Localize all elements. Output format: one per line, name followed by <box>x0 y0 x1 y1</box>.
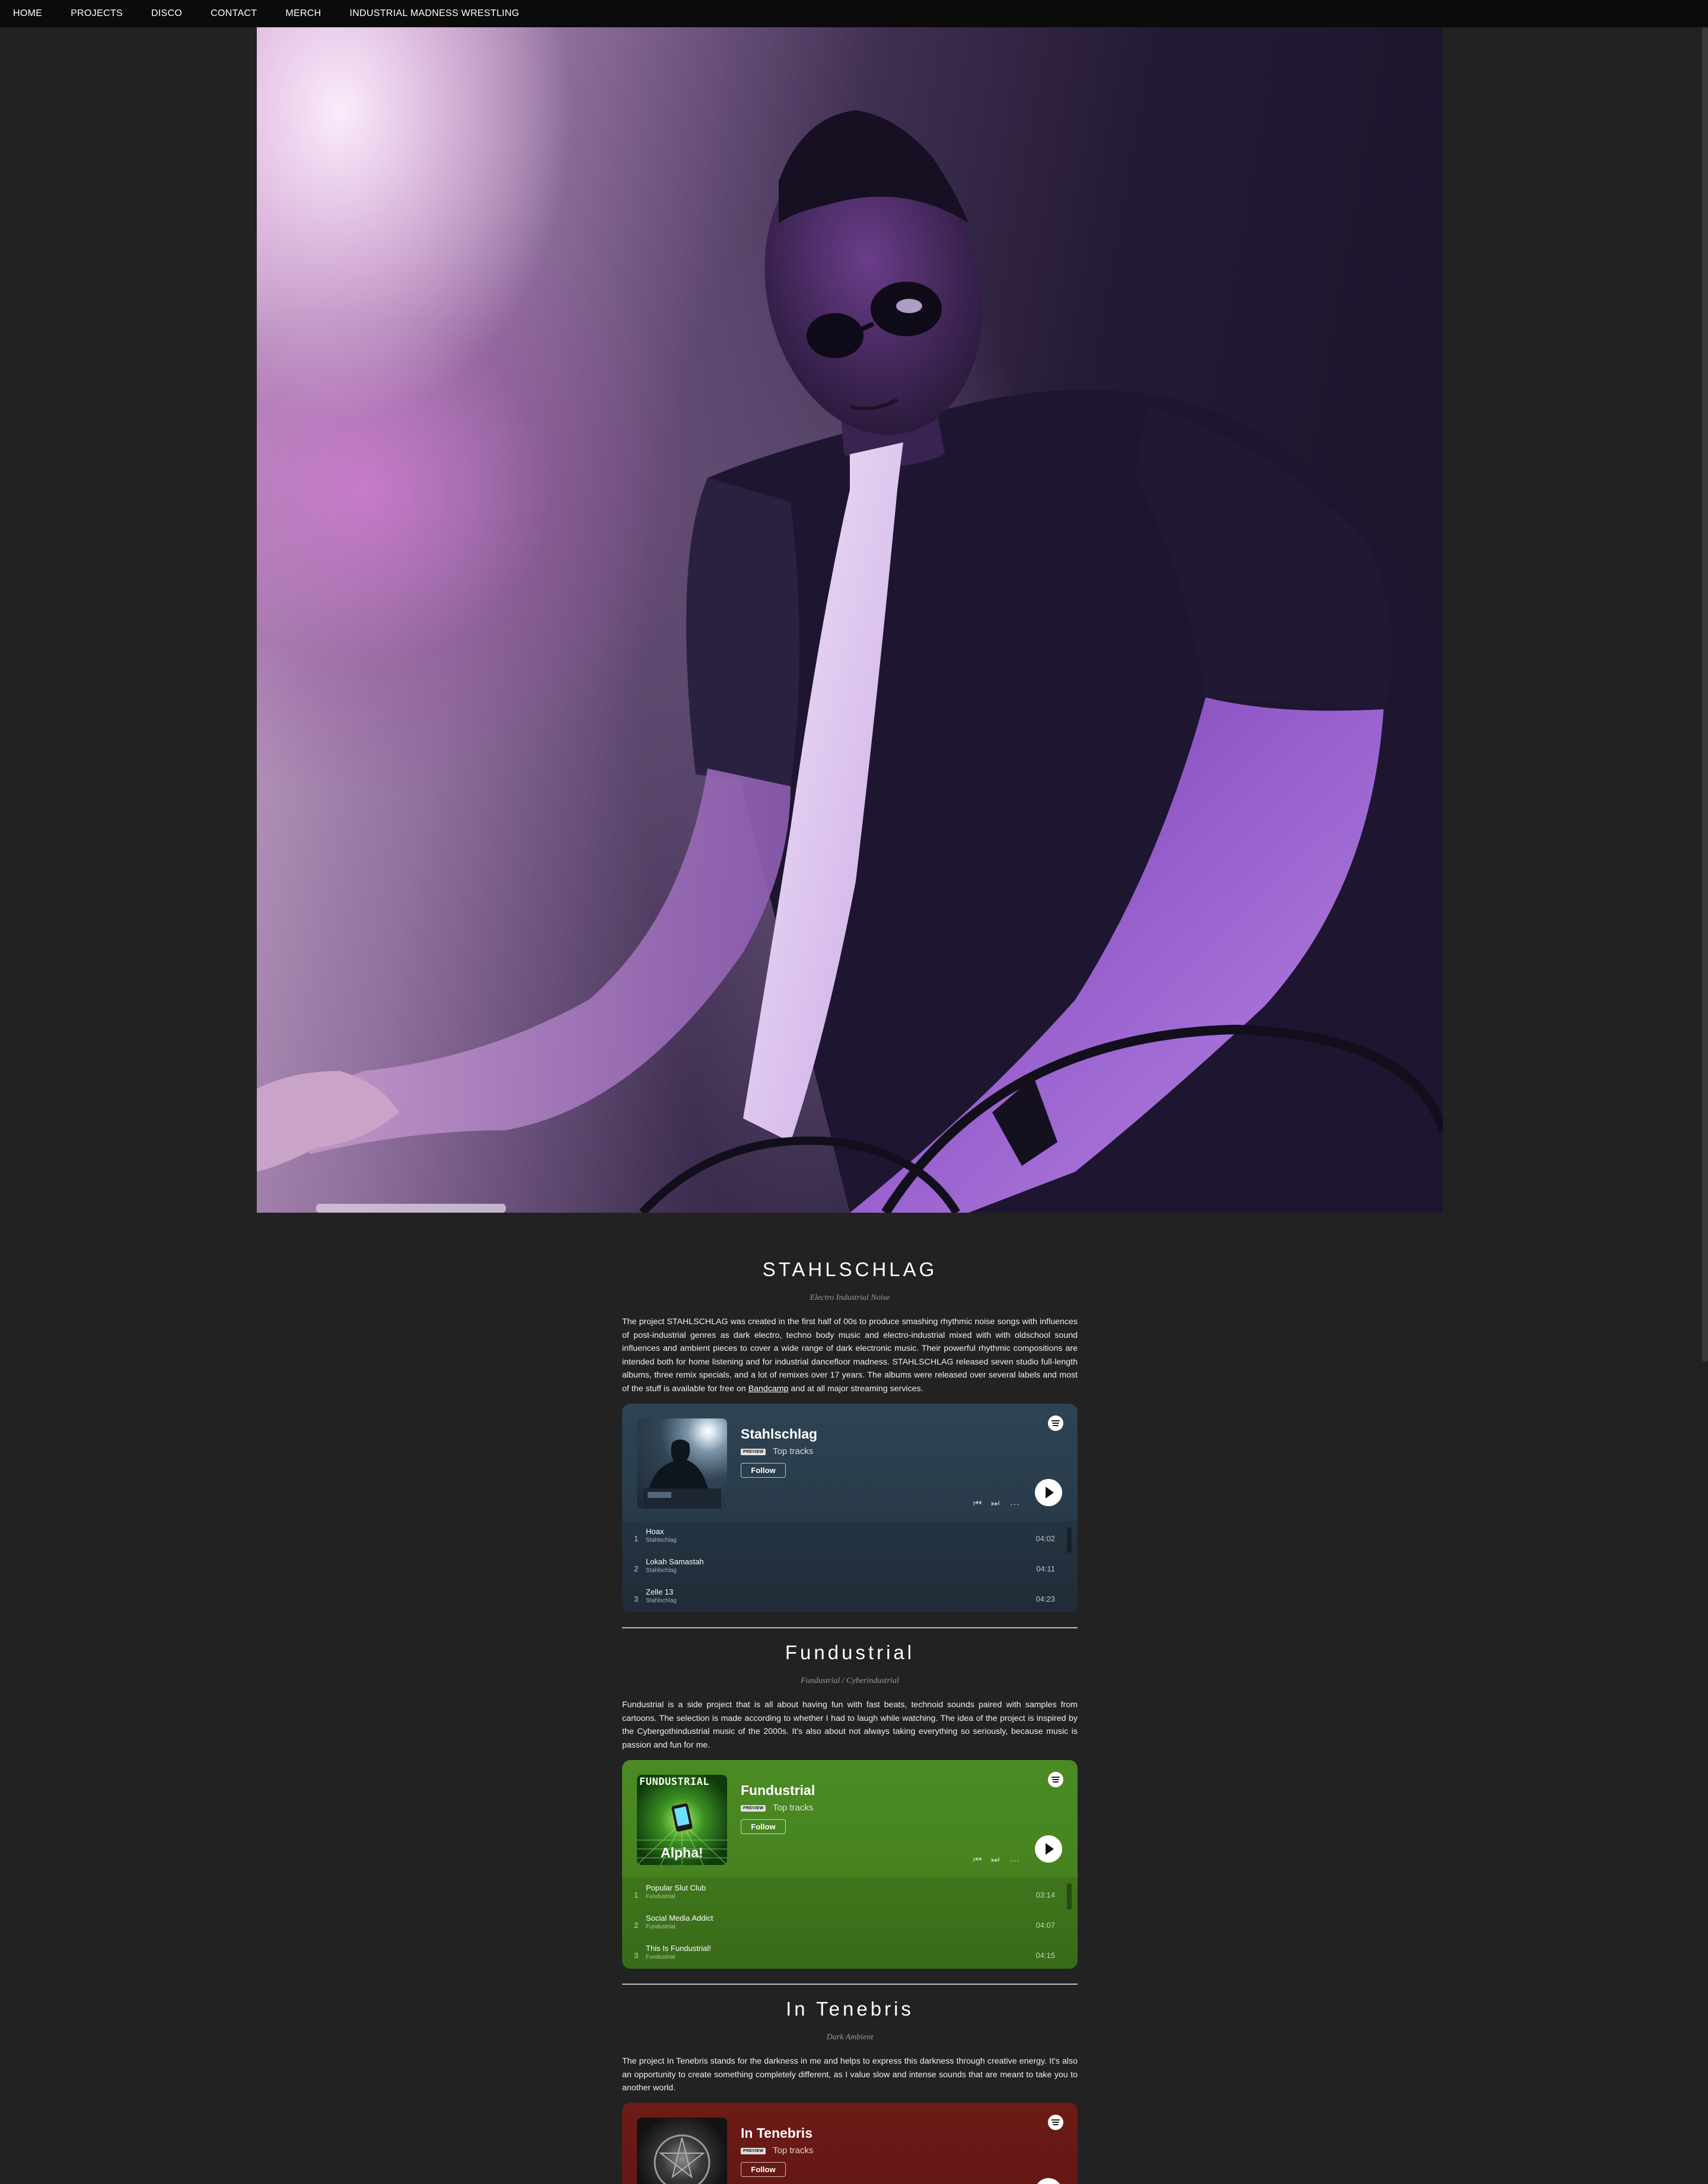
track-duration: 03:14 <box>1035 1890 1055 1899</box>
top-tracks-label: Top tracks <box>773 1446 814 1456</box>
track-duration: 04:15 <box>1035 1951 1055 1960</box>
track-title: Popular Slut Club <box>646 1883 706 1892</box>
play-button[interactable] <box>1035 1835 1062 1863</box>
spotify-embed-stahlschlag[interactable]: Stahlschlag PREVIEW Top tracks Follow ⏮ … <box>622 1404 1078 1612</box>
track-list-scrollbar[interactable] <box>1067 1883 1072 1909</box>
track-row[interactable]: 3 This Is Fundustrial! Fundustrial 04:15 <box>622 1938 1078 1968</box>
top-tracks-label: Top tracks <box>773 1803 814 1813</box>
follow-button[interactable]: Follow <box>741 1463 786 1478</box>
cover-subtitle-text: Alpha! <box>661 1845 703 1860</box>
track-artist: Fundustrial <box>646 1924 675 1930</box>
more-options-icon[interactable]: ⋯ <box>1010 1498 1019 1510</box>
track-title: Hoax <box>646 1527 664 1536</box>
top-tracks-label: Top tracks <box>773 2145 814 2156</box>
top-navigation: HOME PROJECTS DISCO CONTACT MERCH INDUST… <box>0 0 1708 27</box>
track-title: This Is Fundustrial! <box>646 1944 711 1953</box>
play-button[interactable] <box>1035 2178 1062 2184</box>
track-row[interactable]: 1 Popular Slut Club Fundustrial 03:14 <box>622 1877 1078 1907</box>
track-list: 1 Popular Slut Club Fundustrial 03:14 2 … <box>622 1877 1078 1969</box>
spotify-logo-icon[interactable] <box>1048 2115 1063 2130</box>
section-subtitle: Electro Industrial Noise <box>810 1293 890 1302</box>
spotify-logo-icon[interactable] <box>1048 1415 1063 1431</box>
preview-badge: PREVIEW <box>741 1805 766 1812</box>
more-options-icon[interactable]: ⋯ <box>1010 1855 1019 1867</box>
track-row[interactable]: 3 Zelle 13 Stahlschlag 04:23 <box>622 1582 1078 1611</box>
track-title: Social Media Addict <box>646 1914 713 1922</box>
cover-emblem-icon <box>654 2134 710 2184</box>
track-duration: 04:11 <box>1036 1564 1055 1573</box>
follow-button[interactable]: Follow <box>741 1819 786 1834</box>
artist-name[interactable]: In Tenebris <box>741 2125 812 2141</box>
page-scrollbar[interactable] <box>1702 27 1708 1362</box>
track-artist: Stahlschlag <box>646 1537 677 1544</box>
nav-merch[interactable]: MERCH <box>285 8 321 19</box>
track-row[interactable]: 1 Hoax Stahlschlag 04:02 <box>622 1521 1078 1551</box>
cover-title-text: FUNDUSTRIAL <box>639 1776 710 1788</box>
nav-industrial-madness-wrestling[interactable]: INDUSTRIAL MADNESS WRESTLING <box>350 8 520 19</box>
previous-track-icon[interactable]: ⏮ <box>973 1855 982 1866</box>
next-track-icon[interactable]: ⏭ <box>991 1855 999 1866</box>
album-cover[interactable] <box>637 1418 727 1509</box>
fundustrial-section: Fundustrial <box>622 1641 1078 1664</box>
artist-name[interactable]: Fundustrial <box>741 1783 815 1799</box>
preview-badge: PREVIEW <box>741 2148 766 2154</box>
section-description: The project In Tenebris stands for the d… <box>622 2057 1078 2093</box>
track-duration: 04:07 <box>1035 1921 1055 1930</box>
cover-figure-icon <box>643 1439 721 1509</box>
track-artist: Fundustrial <box>646 1893 675 1900</box>
track-title: Zelle 13 <box>646 1587 674 1596</box>
section-title: In Tenebris <box>786 1998 914 2020</box>
nav-projects[interactable]: PROJECTS <box>71 8 123 19</box>
album-cover[interactable]: FUNDUSTRIAL Alpha! <box>637 1775 727 1865</box>
track-row[interactable]: 2 Social Media Addict Fundustrial 04:07 <box>622 1908 1078 1937</box>
track-list: 1 Hoax Stahlschlag 04:02 2 Lokah Samasta… <box>622 1521 1078 1612</box>
spotify-embed-in-tenebris[interactable]: In Tenebris PREVIEW Top tracks Follow <box>622 2103 1078 2184</box>
follow-button[interactable]: Follow <box>741 2162 786 2177</box>
previous-track-icon[interactable]: ⏮ <box>973 1498 982 1509</box>
track-artist: Stahlschlag <box>646 1598 677 1604</box>
hero-photo <box>257 27 1443 1213</box>
track-duration: 04:23 <box>1035 1595 1055 1603</box>
performer-illustration <box>257 110 1443 1213</box>
track-artist: Stahlschlag <box>646 1567 677 1574</box>
bandcamp-link[interactable]: Bandcamp <box>748 1384 789 1394</box>
nav-disco[interactable]: DISCO <box>151 8 182 19</box>
preview-badge: PREVIEW <box>741 1449 766 1455</box>
section-subtitle: Fundustrial / Cyberindustrial <box>801 1676 899 1685</box>
spotify-logo-icon[interactable] <box>1048 1772 1063 1787</box>
track-duration: 04:02 <box>1035 1534 1055 1543</box>
section-description: Fundustrial is a side project that is al… <box>622 1700 1078 1750</box>
section-subtitle: Dark Ambient <box>826 2033 874 2042</box>
track-list-scrollbar[interactable] <box>1067 1527 1072 1553</box>
nav-home[interactable]: HOME <box>13 8 42 19</box>
section-title: STAHLSCHLAG <box>762 1258 938 1280</box>
track-artist: Fundustrial <box>646 1954 675 1960</box>
spotify-embed-fundustrial[interactable]: FUNDUSTRIAL Alpha! Fundustrial PREVIEW T… <box>622 1760 1078 1969</box>
next-track-icon[interactable]: ⏭ <box>991 1498 999 1509</box>
section-divider <box>622 1984 1078 1985</box>
stahlschlag-section: STAHLSCHLAG <box>622 1258 1078 1281</box>
in-tenebris-section: In Tenebris <box>622 1998 1078 2020</box>
nav-contact[interactable]: CONTACT <box>211 8 257 19</box>
section-divider <box>622 1627 1078 1628</box>
section-description: The project STAHLSCHLAG was created in t… <box>622 1317 1078 1394</box>
artist-name[interactable]: Stahlschlag <box>741 1426 817 1442</box>
album-cover[interactable] <box>637 2118 727 2184</box>
play-button[interactable] <box>1035 1479 1062 1506</box>
track-row[interactable]: 2 Lokah Samastah Stahlschlag 04:11 <box>622 1551 1078 1581</box>
section-title: Fundustrial <box>785 1641 915 1663</box>
track-title: Lokah Samastah <box>646 1557 704 1566</box>
